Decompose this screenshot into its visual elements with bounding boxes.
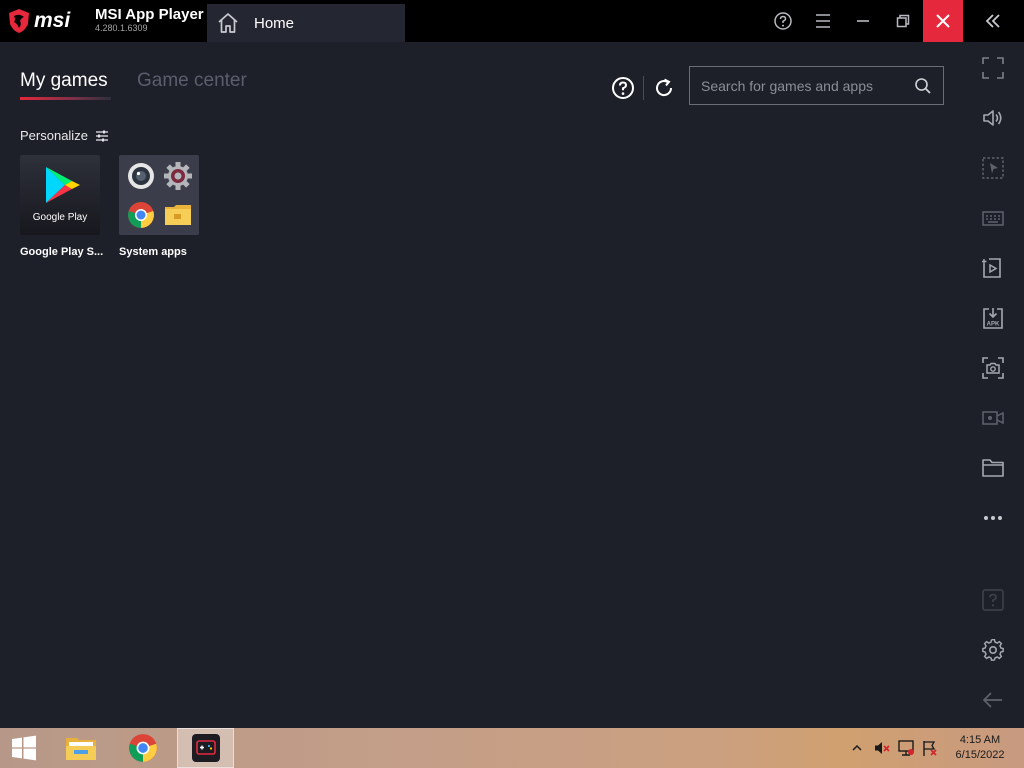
active-tab-indicator: [20, 97, 111, 100]
tray-date: 6/15/2022: [955, 749, 1005, 761]
folder-button[interactable]: [981, 456, 1005, 480]
refresh-icon[interactable]: [652, 76, 676, 100]
chrome-icon: [129, 734, 157, 762]
double-chevron-left-icon: [985, 14, 1000, 28]
chrome-taskbar-button[interactable]: [119, 728, 167, 768]
chrome-icon: [128, 202, 154, 228]
sidebar-help-button[interactable]: [981, 588, 1005, 612]
help-circle-icon[interactable]: [611, 76, 635, 100]
help-icon: [982, 589, 1004, 611]
title-bar: msi MSI App Player 4.280.1.6309 Home: [0, 0, 1024, 42]
fullscreen-button[interactable]: [981, 56, 1005, 80]
multi-instance-button[interactable]: [981, 256, 1005, 280]
right-sidebar: APK: [962, 42, 1024, 728]
svg-text:APK: APK: [987, 322, 1000, 328]
app-label-system-apps: System apps: [119, 246, 187, 258]
windows-start-icon: [12, 735, 36, 761]
windows-taskbar: 4:15 AM 6/15/2022: [0, 728, 1024, 768]
msi-app-player-icon: [191, 734, 220, 762]
screenshot-button[interactable]: [981, 356, 1005, 380]
screen-select-button[interactable]: [981, 156, 1005, 180]
help-button[interactable]: [763, 0, 803, 42]
restore-icon: [896, 14, 910, 28]
show-hidden-icons-chevron-icon[interactable]: [851, 743, 863, 753]
action-center-flag-icon[interactable]: [921, 739, 939, 757]
sliders-icon: [95, 130, 108, 141]
screenshot-icon: [982, 357, 1004, 379]
video-record-icon: [982, 411, 1004, 425]
msi-dragon-shield-icon: [9, 9, 29, 33]
app-tile-google-play[interactable]: Google Play Google Play S...: [20, 155, 104, 258]
home-icon: [218, 13, 238, 33]
google-play-icon: [46, 167, 80, 203]
menu-icon: [816, 14, 830, 28]
main-content: My games Game center Personalize: [0, 42, 962, 728]
system-apps-thumbnail: [119, 155, 199, 235]
search-input[interactable]: [701, 67, 901, 104]
network-icon[interactable]: [897, 739, 915, 757]
volume-icon: [983, 110, 1002, 126]
back-button[interactable]: [981, 688, 1005, 712]
minimize-button[interactable]: [843, 0, 883, 42]
volume-button[interactable]: [981, 106, 1005, 130]
file-explorer-icon: [66, 738, 96, 760]
file-explorer-button[interactable]: [57, 728, 105, 768]
help-icon: [774, 12, 792, 30]
toolbar-divider: [643, 76, 644, 100]
msi-logo: msi: [8, 7, 70, 35]
restore-button[interactable]: [883, 0, 923, 42]
settings-button[interactable]: [981, 638, 1005, 662]
app-title-block: MSI App Player 4.280.1.6309: [95, 6, 204, 34]
back-arrow-icon: [982, 692, 1002, 708]
app-label-google-play: Google Play S...: [20, 246, 104, 258]
folder-icon: [982, 459, 1004, 477]
collapse-sidebar-button[interactable]: [973, 0, 1013, 42]
menu-button[interactable]: [803, 0, 843, 42]
settings-icon: [982, 638, 1004, 661]
install-apk-icon: APK: [983, 308, 1003, 329]
record-button[interactable]: [981, 406, 1005, 430]
multi-instance-icon: [982, 258, 1001, 278]
msi-brand-word: msi: [34, 9, 71, 32]
minimize-icon: [857, 20, 869, 22]
screen-select-icon: [982, 157, 1004, 179]
start-button[interactable]: [0, 728, 48, 768]
fullscreen-icon: [982, 57, 1004, 79]
tray-time: 4:15 AM: [959, 734, 1001, 746]
more-button[interactable]: [981, 506, 1005, 530]
app-tile-system-apps[interactable]: System apps: [119, 155, 201, 258]
personalize-label: Personalize: [20, 128, 88, 143]
tray-clock[interactable]: 4:15 AM 6/15/2022: [948, 733, 1012, 763]
more-icon: [984, 516, 1002, 520]
msi-app-player-taskbar-button[interactable]: [177, 728, 234, 768]
keyboard-icon: [982, 211, 1004, 226]
camera-icon: [128, 163, 154, 189]
app-name: MSI App Player: [95, 6, 204, 23]
close-button[interactable]: [923, 0, 963, 42]
file-manager-folder-icon: [165, 205, 191, 225]
app-version: 4.280.1.6309: [95, 23, 148, 33]
search-icon[interactable]: [914, 77, 932, 95]
google-play-thumbnail: Google Play: [20, 155, 100, 235]
tab-home[interactable]: Home: [207, 4, 405, 42]
settings-gear-icon: [164, 162, 192, 190]
speaker-muted-icon[interactable]: [873, 739, 891, 757]
search-box[interactable]: [689, 66, 944, 105]
tab-home-label: Home: [254, 14, 295, 32]
tab-game-center[interactable]: Game center: [137, 70, 247, 92]
tab-my-games[interactable]: My games: [20, 70, 108, 92]
close-icon: [936, 14, 950, 28]
google-play-thumb-text: Google Play: [32, 212, 88, 223]
install-apk-button[interactable]: APK: [981, 306, 1005, 330]
keyboard-button[interactable]: [981, 206, 1005, 230]
personalize-button[interactable]: Personalize: [20, 128, 109, 143]
